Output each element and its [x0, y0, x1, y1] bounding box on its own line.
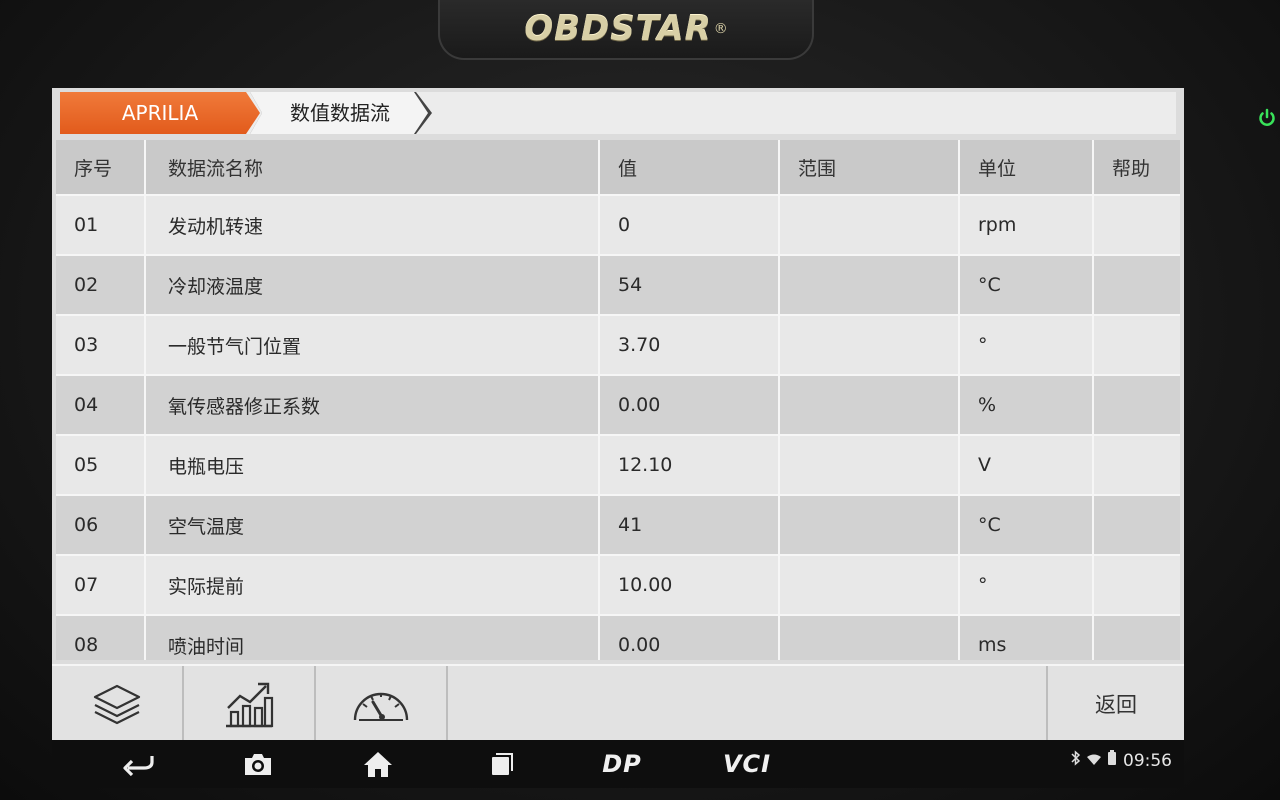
- power-icon: [1257, 108, 1277, 128]
- row-no: 08: [56, 616, 146, 660]
- breadcrumb-page[interactable]: 数值数据流: [250, 92, 428, 134]
- nav-camera-button[interactable]: [238, 748, 278, 780]
- row-unit: °C: [960, 496, 1094, 556]
- row-range: [780, 196, 960, 256]
- row-help[interactable]: [1094, 436, 1180, 496]
- row-name: 喷油时间: [146, 616, 600, 660]
- row-value: 10.00: [600, 556, 780, 616]
- row-help[interactable]: [1094, 376, 1180, 436]
- logo-plate: OBDSTAR ®: [438, 0, 814, 60]
- row-help[interactable]: [1094, 556, 1180, 616]
- column-header-no: 序号: [56, 140, 146, 196]
- row-name: 一般节气门位置: [146, 316, 600, 376]
- table-row[interactable]: 05 电瓶电压 12.10 V: [56, 436, 1180, 496]
- column-header-help: 帮助: [1094, 140, 1180, 196]
- row-name: 冷却液温度: [146, 256, 600, 316]
- row-value: 41: [600, 496, 780, 556]
- column-header-range: 范围: [780, 140, 960, 196]
- back-icon: [123, 756, 154, 776]
- gauge-icon: [353, 692, 409, 721]
- row-range: [780, 616, 960, 660]
- toolbar-spacer: [448, 666, 1048, 740]
- clock-time: 09:56: [1123, 750, 1172, 771]
- graph-button[interactable]: [184, 666, 316, 740]
- nav-back-button[interactable]: [116, 748, 160, 780]
- recents-icon: [492, 753, 513, 775]
- app-screen: APRILIA 数值数据流 序号 数据流名称 值 范围 单位 帮助 01 发动机…: [52, 88, 1184, 740]
- table-row[interactable]: 07 实际提前 10.00 °: [56, 556, 1180, 616]
- row-value: 12.10: [600, 436, 780, 496]
- wifi-icon: [1087, 751, 1101, 771]
- row-range: [780, 556, 960, 616]
- row-name: 空气温度: [146, 496, 600, 556]
- system-nav-bar: DP VCI 09:56: [52, 740, 1184, 788]
- row-range: [780, 496, 960, 556]
- row-unit: °: [960, 316, 1094, 376]
- battery-icon: [1107, 750, 1117, 771]
- table-row[interactable]: 01 发动机转速 0 rpm: [56, 196, 1180, 256]
- table-header: 序号 数据流名称 值 范围 单位 帮助: [56, 140, 1180, 196]
- row-range: [780, 316, 960, 376]
- column-header-value: 值: [600, 140, 780, 196]
- row-no: 06: [56, 496, 146, 556]
- row-help[interactable]: [1094, 616, 1180, 660]
- bottom-toolbar: 返回: [52, 664, 1184, 740]
- row-no: 05: [56, 436, 146, 496]
- back-button[interactable]: 返回: [1048, 666, 1184, 740]
- row-unit: V: [960, 436, 1094, 496]
- data-stream-table: 序号 数据流名称 值 范围 单位 帮助 01 发动机转速 0 rpm 02 冷却…: [56, 140, 1180, 660]
- status-area: 09:56: [1071, 750, 1172, 771]
- column-header-unit: 单位: [960, 140, 1094, 196]
- layers-icon: [93, 684, 141, 725]
- registered-mark: ®: [713, 21, 728, 37]
- bluetooth-icon: [1071, 750, 1081, 771]
- brand-logo: OBDSTAR: [524, 9, 712, 49]
- row-range: [780, 376, 960, 436]
- row-no: 02: [56, 256, 146, 316]
- row-help[interactable]: [1094, 196, 1180, 256]
- row-unit: °C: [960, 256, 1094, 316]
- row-help[interactable]: [1094, 316, 1180, 376]
- column-header-name: 数据流名称: [146, 140, 600, 196]
- gauge-button[interactable]: [316, 666, 448, 740]
- row-unit: ms: [960, 616, 1094, 660]
- row-unit: °: [960, 556, 1094, 616]
- row-name: 实际提前: [146, 556, 600, 616]
- row-value: 54: [600, 256, 780, 316]
- nav-recents-button[interactable]: [482, 748, 522, 780]
- row-unit: rpm: [960, 196, 1094, 256]
- layers-button[interactable]: [52, 666, 184, 740]
- breadcrumb: APRILIA 数值数据流: [60, 92, 1176, 134]
- row-no: 03: [56, 316, 146, 376]
- row-value: 0.00: [600, 616, 780, 660]
- row-name: 发动机转速: [146, 196, 600, 256]
- table-row[interactable]: 02 冷却液温度 54 °C: [56, 256, 1180, 316]
- row-value: 3.70: [600, 316, 780, 376]
- row-value: 0: [600, 196, 780, 256]
- line-chart-icon: [226, 682, 274, 728]
- row-range: [780, 256, 960, 316]
- row-name: 电瓶电压: [146, 436, 600, 496]
- row-name: 氧传感器修正系数: [146, 376, 600, 436]
- row-help[interactable]: [1094, 256, 1180, 316]
- row-unit: %: [960, 376, 1094, 436]
- row-value: 0.00: [600, 376, 780, 436]
- table-row[interactable]: 06 空气温度 41 °C: [56, 496, 1180, 556]
- nav-home-button[interactable]: [358, 748, 398, 780]
- row-range: [780, 436, 960, 496]
- table-row[interactable]: 03 一般节气门位置 3.70 °: [56, 316, 1180, 376]
- row-no: 01: [56, 196, 146, 256]
- nav-vci-button[interactable]: VCI: [712, 748, 782, 780]
- table-row[interactable]: 08 喷油时间 0.00 ms: [56, 616, 1180, 660]
- breadcrumb-brand[interactable]: APRILIA: [60, 92, 260, 134]
- nav-dp-button[interactable]: DP: [592, 748, 652, 780]
- home-icon: [364, 752, 392, 777]
- row-no: 04: [56, 376, 146, 436]
- table-row[interactable]: 04 氧传感器修正系数 0.00 %: [56, 376, 1180, 436]
- row-help[interactable]: [1094, 496, 1180, 556]
- camera-icon: [245, 754, 271, 775]
- row-no: 07: [56, 556, 146, 616]
